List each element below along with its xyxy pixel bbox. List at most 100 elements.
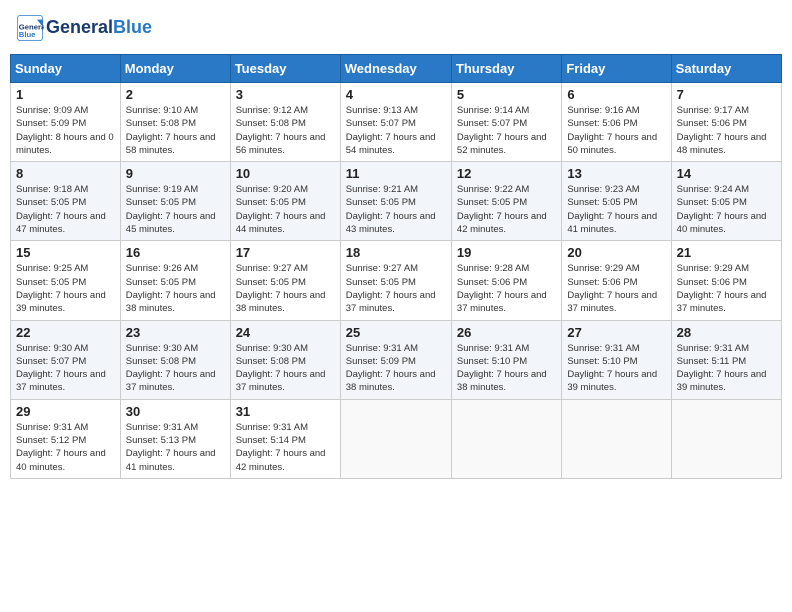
day-number: 29 — [16, 404, 115, 419]
day-number: 4 — [346, 87, 446, 102]
day-info: Sunrise: 9:09 AM Sunset: 5:09 PM Dayligh… — [16, 104, 115, 157]
day-info: Sunrise: 9:24 AM Sunset: 5:05 PM Dayligh… — [677, 183, 776, 236]
weekday-header-tuesday: Tuesday — [230, 55, 340, 83]
day-cell: 2 Sunrise: 9:10 AM Sunset: 5:08 PM Daylig… — [120, 83, 230, 162]
day-info: Sunrise: 9:17 AM Sunset: 5:06 PM Dayligh… — [677, 104, 776, 157]
day-cell: 20 Sunrise: 9:29 AM Sunset: 5:06 PM Dayli… — [562, 241, 671, 320]
day-cell: 9 Sunrise: 9:19 AM Sunset: 5:05 PM Daylig… — [120, 162, 230, 241]
day-cell: 30 Sunrise: 9:31 AM Sunset: 5:13 PM Dayli… — [120, 399, 230, 478]
day-cell: 27Sunrise: 9:31 AM Sunset: 5:10 PM Dayli… — [562, 320, 671, 399]
day-number: 19 — [457, 245, 556, 260]
day-info: Sunrise: 9:29 AM Sunset: 5:06 PM Dayligh… — [677, 262, 776, 315]
day-info: Sunrise: 9:20 AM Sunset: 5:05 PM Dayligh… — [236, 183, 335, 236]
weekday-header-friday: Friday — [562, 55, 671, 83]
day-cell: 21Sunrise: 9:29 AM Sunset: 5:06 PM Dayli… — [671, 241, 781, 320]
day-number: 2 — [126, 87, 225, 102]
day-cell: 4 Sunrise: 9:13 AM Sunset: 5:07 PM Daylig… — [340, 83, 451, 162]
day-number: 20 — [567, 245, 665, 260]
day-cell: 19 Sunrise: 9:28 AM Sunset: 5:06 PM Dayli… — [451, 241, 561, 320]
day-info: Sunrise: 9:13 AM Sunset: 5:07 PM Dayligh… — [346, 104, 446, 157]
day-cell: 17 Sunrise: 9:27 AM Sunset: 5:05 PM Dayli… — [230, 241, 340, 320]
day-number: 30 — [126, 404, 225, 419]
day-info: Sunrise: 9:27 AM Sunset: 5:05 PM Dayligh… — [236, 262, 335, 315]
day-cell: 24 Sunrise: 9:30 AM Sunset: 5:08 PM Dayli… — [230, 320, 340, 399]
weekday-header-saturday: Saturday — [671, 55, 781, 83]
day-number: 3 — [236, 87, 335, 102]
week-row-3: 15 Sunrise: 9:25 AM Sunset: 5:05 PM Dayli… — [11, 241, 782, 320]
day-number: 31 — [236, 404, 335, 419]
day-info: Sunrise: 9:16 AM Sunset: 5:06 PM Dayligh… — [567, 104, 665, 157]
day-cell: 6 Sunrise: 9:16 AM Sunset: 5:06 PM Daylig… — [562, 83, 671, 162]
day-number: 22 — [16, 325, 115, 340]
day-info: Sunrise: 9:31 AM Sunset: 5:11 PM Dayligh… — [677, 342, 776, 395]
day-number: 28 — [677, 325, 776, 340]
day-cell — [562, 399, 671, 478]
day-number: 5 — [457, 87, 556, 102]
day-cell: 26Sunrise: 9:31 AM Sunset: 5:10 PM Dayli… — [451, 320, 561, 399]
day-info: Sunrise: 9:31 AM Sunset: 5:13 PM Dayligh… — [126, 421, 225, 474]
day-cell: 3Sunrise: 9:12 AM Sunset: 5:08 PM Daylig… — [230, 83, 340, 162]
week-row-4: 22 Sunrise: 9:30 AM Sunset: 5:07 PM Dayli… — [11, 320, 782, 399]
day-number: 15 — [16, 245, 115, 260]
weekday-header-sunday: Sunday — [11, 55, 121, 83]
day-info: Sunrise: 9:21 AM Sunset: 5:05 PM Dayligh… — [346, 183, 446, 236]
day-cell: 5 Sunrise: 9:14 AM Sunset: 5:07 PM Daylig… — [451, 83, 561, 162]
day-cell: 28 Sunrise: 9:31 AM Sunset: 5:11 PM Dayli… — [671, 320, 781, 399]
day-cell: 11 Sunrise: 9:21 AM Sunset: 5:05 PM Dayli… — [340, 162, 451, 241]
week-row-2: 8Sunrise: 9:18 AM Sunset: 5:05 PM Daylig… — [11, 162, 782, 241]
logo: General Blue GeneralBlue — [16, 14, 152, 42]
day-info: Sunrise: 9:26 AM Sunset: 5:05 PM Dayligh… — [126, 262, 225, 315]
day-info: Sunrise: 9:18 AM Sunset: 5:05 PM Dayligh… — [16, 183, 115, 236]
day-number: 9 — [126, 166, 225, 181]
day-info: Sunrise: 9:31 AM Sunset: 5:14 PM Dayligh… — [236, 421, 335, 474]
day-number: 6 — [567, 87, 665, 102]
day-number: 27 — [567, 325, 665, 340]
day-number: 18 — [346, 245, 446, 260]
day-info: Sunrise: 9:19 AM Sunset: 5:05 PM Dayligh… — [126, 183, 225, 236]
day-info: Sunrise: 9:28 AM Sunset: 5:06 PM Dayligh… — [457, 262, 556, 315]
weekday-header-wednesday: Wednesday — [340, 55, 451, 83]
day-info: Sunrise: 9:29 AM Sunset: 5:06 PM Dayligh… — [567, 262, 665, 315]
day-number: 11 — [346, 166, 446, 181]
day-number: 7 — [677, 87, 776, 102]
day-number: 13 — [567, 166, 665, 181]
calendar-table: SundayMondayTuesdayWednesdayThursdayFrid… — [10, 54, 782, 479]
day-info: Sunrise: 9:25 AM Sunset: 5:05 PM Dayligh… — [16, 262, 115, 315]
day-info: Sunrise: 9:14 AM Sunset: 5:07 PM Dayligh… — [457, 104, 556, 157]
day-cell: 1 Sunrise: 9:09 AM Sunset: 5:09 PM Daylig… — [11, 83, 121, 162]
day-number: 1 — [16, 87, 115, 102]
svg-text:Blue: Blue — [19, 30, 36, 39]
logo-icon: General Blue — [16, 14, 44, 42]
day-cell: 31 Sunrise: 9:31 AM Sunset: 5:14 PM Dayli… — [230, 399, 340, 478]
day-number: 16 — [126, 245, 225, 260]
day-number: 25 — [346, 325, 446, 340]
day-number: 17 — [236, 245, 335, 260]
week-row-1: 1 Sunrise: 9:09 AM Sunset: 5:09 PM Daylig… — [11, 83, 782, 162]
page-header: General Blue GeneralBlue — [10, 10, 782, 46]
day-cell: 23Sunrise: 9:30 AM Sunset: 5:08 PM Dayli… — [120, 320, 230, 399]
day-cell: 22 Sunrise: 9:30 AM Sunset: 5:07 PM Dayli… — [11, 320, 121, 399]
day-info: Sunrise: 9:10 AM Sunset: 5:08 PM Dayligh… — [126, 104, 225, 157]
day-info: Sunrise: 9:31 AM Sunset: 5:09 PM Dayligh… — [346, 342, 446, 395]
day-cell: 16 Sunrise: 9:26 AM Sunset: 5:05 PM Dayli… — [120, 241, 230, 320]
day-info: Sunrise: 9:30 AM Sunset: 5:08 PM Dayligh… — [236, 342, 335, 395]
day-info: Sunrise: 9:22 AM Sunset: 5:05 PM Dayligh… — [457, 183, 556, 236]
day-number: 14 — [677, 166, 776, 181]
day-info: Sunrise: 9:31 AM Sunset: 5:10 PM Dayligh… — [457, 342, 556, 395]
weekday-header-thursday: Thursday — [451, 55, 561, 83]
day-info: Sunrise: 9:30 AM Sunset: 5:07 PM Dayligh… — [16, 342, 115, 395]
day-cell: 13Sunrise: 9:23 AM Sunset: 5:05 PM Dayli… — [562, 162, 671, 241]
day-number: 24 — [236, 325, 335, 340]
day-cell — [671, 399, 781, 478]
weekday-header-monday: Monday — [120, 55, 230, 83]
day-cell: 29 Sunrise: 9:31 AM Sunset: 5:12 PM Dayli… — [11, 399, 121, 478]
day-cell: 15 Sunrise: 9:25 AM Sunset: 5:05 PM Dayli… — [11, 241, 121, 320]
day-cell: 8Sunrise: 9:18 AM Sunset: 5:05 PM Daylig… — [11, 162, 121, 241]
day-info: Sunrise: 9:31 AM Sunset: 5:12 PM Dayligh… — [16, 421, 115, 474]
day-info: Sunrise: 9:27 AM Sunset: 5:05 PM Dayligh… — [346, 262, 446, 315]
day-cell: 18 Sunrise: 9:27 AM Sunset: 5:05 PM Dayli… — [340, 241, 451, 320]
day-cell — [451, 399, 561, 478]
weekday-header-row: SundayMondayTuesdayWednesdayThursdayFrid… — [11, 55, 782, 83]
day-cell: 10Sunrise: 9:20 AM Sunset: 5:05 PM Dayli… — [230, 162, 340, 241]
logo-text: GeneralBlue — [46, 18, 152, 38]
